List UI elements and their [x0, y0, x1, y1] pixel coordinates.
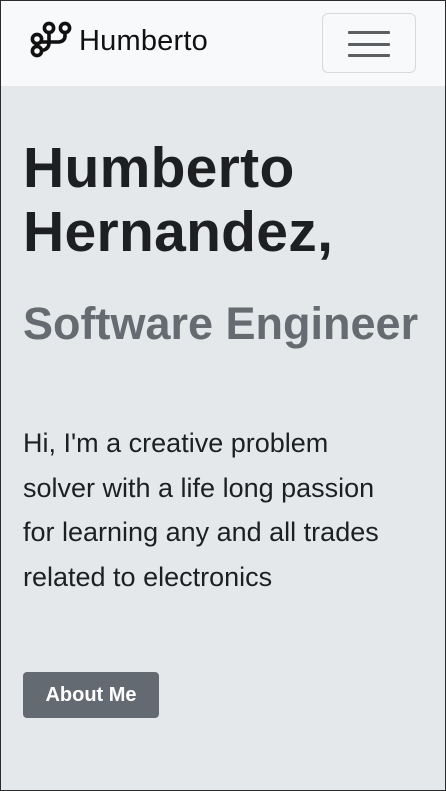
navbar: Humberto [1, 1, 445, 86]
hero-role-subheading: Software Engineer [23, 298, 419, 349]
hamburger-bar-top [348, 31, 390, 34]
navbar-brand[interactable]: Humberto [29, 19, 208, 63]
hero-description: Hi, I'm a creative problem solver with a… [23, 428, 379, 592]
hamburger-bar-bottom [348, 54, 390, 57]
git-branch-icon [29, 21, 73, 61]
hamburger-menu-icon [348, 31, 390, 57]
hamburger-bar-middle [348, 42, 390, 46]
navbar-toggle-button[interactable] [322, 13, 416, 73]
about-me-button[interactable]: About Me [23, 672, 159, 718]
hero-section: Humberto Hernandez, Software Engineer Hi… [1, 86, 445, 790]
hero-name-heading: Humberto Hernandez, [23, 136, 334, 264]
brand-name: Humberto [79, 24, 208, 57]
browser-viewport: Humberto Humberto Hernandez, Software En… [0, 0, 446, 791]
